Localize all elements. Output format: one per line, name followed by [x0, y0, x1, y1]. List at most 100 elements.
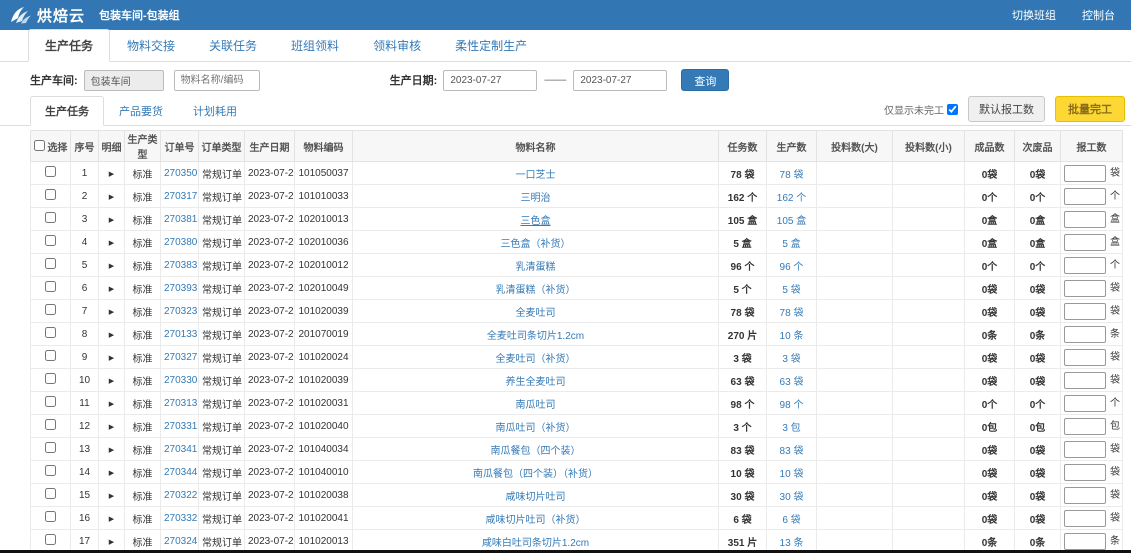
row-select-checkbox[interactable]	[45, 511, 56, 522]
row-expand-icon[interactable]: ▶	[109, 539, 114, 546]
row-expand-icon[interactable]: ▶	[109, 263, 114, 270]
row-order-link[interactable]: 270324	[164, 536, 197, 547]
row-expand-icon[interactable]: ▶	[109, 286, 114, 293]
row-material-name-link[interactable]: 南瓜餐包（四个装）（补货）	[473, 469, 598, 480]
only-unfinished-toggle[interactable]: 仅显示未完工	[884, 102, 958, 117]
row-expand-icon[interactable]: ▶	[109, 470, 114, 477]
row-order-link[interactable]: 270322	[164, 490, 197, 501]
row-select-checkbox[interactable]	[45, 350, 56, 361]
row-select-checkbox[interactable]	[45, 488, 56, 499]
row-expand-icon[interactable]: ▶	[109, 332, 114, 339]
row-select-checkbox[interactable]	[45, 442, 56, 453]
row-report-input[interactable]	[1064, 211, 1106, 228]
row-material-name-link[interactable]: 全麦吐司条切片1.2cm	[487, 331, 584, 342]
date-to-input[interactable]	[573, 70, 667, 91]
main-tab[interactable]: 领料审核	[356, 29, 438, 62]
row-report-input[interactable]	[1064, 188, 1106, 205]
row-material-name-link[interactable]: 南瓜餐包（四个装）	[491, 446, 581, 457]
row-report-input[interactable]	[1064, 441, 1106, 458]
row-material-name-link[interactable]: 咸味白吐司条切片1.2cm	[482, 538, 589, 549]
row-expand-icon[interactable]: ▶	[109, 424, 114, 431]
row-material-name-link[interactable]: 咸味切片吐司	[506, 492, 566, 503]
row-order-link[interactable]: 270330	[164, 375, 197, 386]
row-order-link[interactable]: 270327	[164, 352, 197, 363]
row-report-input[interactable]	[1064, 464, 1106, 481]
default-report-button[interactable]: 默认报工数	[968, 96, 1045, 122]
row-select-checkbox[interactable]	[45, 419, 56, 430]
row-order-link[interactable]: 270383	[164, 260, 197, 271]
only-unfinished-checkbox[interactable]	[947, 104, 958, 115]
row-report-input[interactable]	[1064, 349, 1106, 366]
row-order-link[interactable]: 270331	[164, 421, 197, 432]
row-order-link[interactable]: 270393	[164, 283, 197, 294]
search-button[interactable]: 查询	[681, 69, 729, 91]
row-expand-icon[interactable]: ▶	[109, 217, 114, 224]
row-expand-icon[interactable]: ▶	[109, 171, 114, 178]
row-report-input[interactable]	[1064, 165, 1106, 182]
row-order-link[interactable]: 270317	[164, 191, 197, 202]
row-material-name-link[interactable]: 乳清蛋糕（补货）	[496, 285, 576, 296]
sub-tab[interactable]: 生产任务	[30, 96, 104, 126]
row-select-checkbox[interactable]	[45, 235, 56, 246]
row-material-name-link[interactable]: 南瓜吐司	[516, 400, 556, 411]
row-order-link[interactable]: 270341	[164, 444, 197, 455]
row-report-input[interactable]	[1064, 418, 1106, 435]
row-select-checkbox[interactable]	[45, 189, 56, 200]
row-report-input[interactable]	[1064, 533, 1106, 550]
main-tab[interactable]: 关联任务	[192, 29, 274, 62]
row-report-input[interactable]	[1064, 257, 1106, 274]
row-order-link[interactable]: 270350	[164, 168, 197, 179]
row-order-link[interactable]: 270380	[164, 237, 197, 248]
main-tab[interactable]: 柔性定制生产	[438, 29, 544, 62]
main-tab[interactable]: 物料交接	[110, 29, 192, 62]
batch-finish-button[interactable]: 批量完工	[1055, 96, 1125, 122]
row-material-name-link[interactable]: 三色盒	[521, 216, 551, 227]
row-report-input[interactable]	[1064, 395, 1106, 412]
row-select-checkbox[interactable]	[45, 258, 56, 269]
row-report-input[interactable]	[1064, 372, 1106, 389]
row-order-link[interactable]: 270313	[164, 398, 197, 409]
console-link[interactable]: 控制台	[1082, 7, 1115, 23]
row-material-name-link[interactable]: 全麦吐司（补货）	[496, 354, 576, 365]
row-select-checkbox[interactable]	[45, 212, 56, 223]
row-order-link[interactable]: 270323	[164, 306, 197, 317]
row-report-input[interactable]	[1064, 487, 1106, 504]
row-material-name-link[interactable]: 乳清蛋糕	[516, 262, 556, 273]
row-material-name-link[interactable]: 三色盒（补货）	[501, 239, 571, 250]
row-expand-icon[interactable]: ▶	[109, 493, 114, 500]
row-select-checkbox[interactable]	[45, 327, 56, 338]
row-select-checkbox[interactable]	[45, 534, 56, 545]
row-expand-icon[interactable]: ▶	[109, 516, 114, 523]
row-select-checkbox[interactable]	[45, 396, 56, 407]
sub-tab[interactable]: 计划耗用	[178, 96, 252, 126]
row-material-name-link[interactable]: 南瓜吐司（补货）	[496, 423, 576, 434]
main-tab[interactable]: 班组领料	[274, 29, 356, 62]
date-from-input[interactable]	[443, 70, 537, 91]
row-material-name-link[interactable]: 一口芝士	[516, 170, 556, 181]
row-material-name-link[interactable]: 全麦吐司	[516, 308, 556, 319]
row-select-checkbox[interactable]	[45, 281, 56, 292]
switch-team-link[interactable]: 切换班组	[1012, 7, 1056, 23]
sub-tab[interactable]: 产品要货	[104, 96, 178, 126]
row-order-link[interactable]: 270332	[164, 513, 197, 524]
row-report-input[interactable]	[1064, 326, 1106, 343]
row-expand-icon[interactable]: ▶	[109, 194, 114, 201]
row-expand-icon[interactable]: ▶	[109, 447, 114, 454]
row-material-name-link[interactable]: 三明治	[521, 193, 551, 204]
row-order-link[interactable]: 270381	[164, 214, 197, 225]
row-select-checkbox[interactable]	[45, 304, 56, 315]
row-select-checkbox[interactable]	[45, 465, 56, 476]
row-report-input[interactable]	[1064, 234, 1106, 251]
row-expand-icon[interactable]: ▶	[109, 401, 114, 408]
workshop-filter-input[interactable]	[84, 70, 164, 91]
row-expand-icon[interactable]: ▶	[109, 309, 114, 316]
row-expand-icon[interactable]: ▶	[109, 378, 114, 385]
row-expand-icon[interactable]: ▶	[109, 355, 114, 362]
row-expand-icon[interactable]: ▶	[109, 240, 114, 247]
row-material-name-link[interactable]: 养生全麦吐司	[506, 377, 566, 388]
main-tab[interactable]: 生产任务	[28, 29, 110, 62]
row-order-link[interactable]: 270344	[164, 467, 197, 478]
row-select-checkbox[interactable]	[45, 166, 56, 177]
select-all-checkbox[interactable]	[34, 140, 45, 151]
row-report-input[interactable]	[1064, 280, 1106, 297]
